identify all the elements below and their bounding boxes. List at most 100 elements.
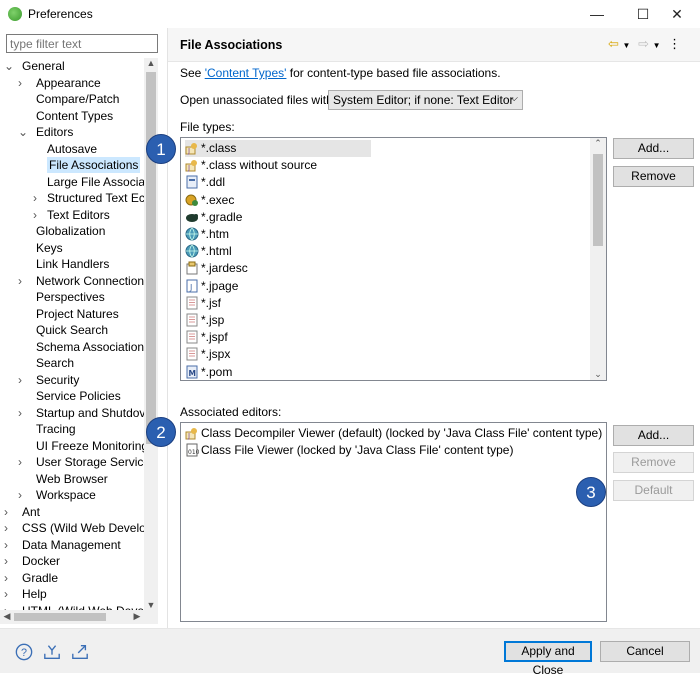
tree-item[interactable]: Perspectives [36, 289, 105, 305]
scrollbar-thumb[interactable] [14, 613, 106, 621]
tree-item[interactable]: Link Handlers [36, 256, 109, 272]
list-item[interactable]: *.jsp [185, 312, 224, 329]
chevron-down-icon[interactable]: ▼ [623, 41, 631, 50]
add-editor-button[interactable]: Add... [613, 425, 694, 446]
tree-item[interactable]: Autosave [47, 141, 97, 157]
tree-item[interactable]: Service Policies [36, 388, 121, 404]
help-icon[interactable]: ? [14, 643, 34, 661]
export-icon[interactable] [70, 643, 90, 661]
remove-file-type-button[interactable]: Remove [613, 166, 694, 187]
tree-item[interactable]: Ant [22, 504, 40, 520]
list-item[interactable]: *.jspx [185, 346, 230, 363]
cancel-button[interactable]: Cancel [600, 641, 690, 662]
list-item[interactable]: M *.pom [185, 364, 232, 380]
tree-item[interactable]: Project Natures [36, 306, 119, 322]
list-item[interactable]: J *.jpage [185, 278, 238, 295]
tree-item[interactable]: Help [22, 586, 47, 602]
scroll-down-icon[interactable]: ⌄ [591, 369, 605, 380]
collapse-chevron-icon[interactable]: › [33, 207, 43, 223]
list-item[interactable]: *.gradle [185, 209, 242, 226]
tree-item[interactable]: General [22, 58, 65, 74]
forward-arrow-icon[interactable]: ⇨ [638, 36, 649, 51]
tree-item[interactable]: CSS (Wild Web Develop [22, 520, 144, 536]
scroll-right-icon[interactable]: ▶ [130, 611, 144, 622]
tree-horizontal-scrollbar[interactable]: ◀ ▶ [0, 610, 158, 624]
add-file-type-button[interactable]: Add... [613, 138, 694, 159]
tree-item[interactable]: Text Editors [47, 207, 110, 223]
list-item[interactable]: J Class Decompiler Viewer (default) (lock… [185, 425, 602, 442]
collapse-chevron-icon[interactable]: › [18, 487, 28, 503]
list-item[interactable]: *.ddl [185, 174, 225, 191]
tree-item[interactable]: Tracing [36, 421, 76, 437]
default-editor-button[interactable]: Default [613, 480, 694, 501]
collapse-chevron-icon[interactable]: › [4, 553, 14, 569]
scroll-up-icon[interactable]: ⌃ [591, 138, 605, 149]
list-item[interactable]: J *.class without source [185, 157, 317, 174]
collapse-chevron-icon[interactable]: › [4, 537, 14, 553]
associated-editors-list[interactable]: J Class Decompiler Viewer (default) (lock… [180, 422, 607, 622]
list-item[interactable]: *.jardesc [185, 260, 248, 277]
collapse-chevron-icon[interactable]: › [18, 372, 28, 388]
minimize-button[interactable]: — [574, 0, 620, 28]
scrollbar-thumb[interactable] [593, 154, 603, 246]
list-item[interactable]: *.exec [185, 192, 234, 209]
tree-item[interactable]: Structured Text Ec [47, 190, 144, 206]
collapse-chevron-icon[interactable]: › [4, 586, 14, 602]
back-arrow-icon[interactable]: ⇦ [608, 36, 619, 51]
file-types-list[interactable]: ⌃ ⌄ J *.class J *.class without source *.ddl… [180, 137, 607, 381]
tree-item[interactable]: User Storage Service [36, 454, 144, 470]
tree-item[interactable]: Quick Search [36, 322, 108, 338]
tree-item[interactable]: Startup and Shutdov [36, 405, 144, 421]
filter-input[interactable] [6, 34, 158, 53]
tree-item[interactable]: Network Connection [36, 273, 144, 289]
tree-item[interactable]: UI Freeze Monitoring [36, 438, 144, 454]
collapse-chevron-icon[interactable]: › [18, 273, 28, 289]
tree-item[interactable]: Gradle [22, 570, 58, 586]
tree-item[interactable]: Schema Associations [36, 339, 144, 355]
open-unassociated-select[interactable]: System Editor; if none: Text Editor ⌵ [328, 90, 523, 110]
collapse-chevron-icon[interactable]: › [4, 520, 14, 536]
collapse-chevron-icon[interactable]: › [33, 190, 43, 206]
apply-and-close-button[interactable]: Apply and Close [504, 641, 592, 677]
scroll-down-icon[interactable]: ▼ [144, 600, 158, 610]
collapse-chevron-icon[interactable]: › [4, 504, 14, 520]
tree-item[interactable]: Large File Associa [47, 174, 144, 190]
tree-item[interactable]: Appearance [36, 75, 101, 91]
scroll-left-icon[interactable]: ◀ [0, 611, 14, 622]
collapse-chevron-icon[interactable]: › [18, 75, 28, 91]
more-menu-icon[interactable]: ⋮ [668, 36, 681, 51]
tree-item[interactable]: Globalization [36, 223, 105, 239]
list-item[interactable]: *.jsf [185, 295, 221, 312]
list-item[interactable]: 010 Class File Viewer (locked by 'Java Cl… [185, 442, 513, 459]
expand-chevron-icon[interactable]: ⌄ [4, 58, 14, 74]
tree-item[interactable]: HTML (Wild Web Devel [22, 603, 144, 611]
close-button[interactable]: ✕ [654, 0, 700, 28]
import-icon[interactable] [42, 643, 62, 661]
collapse-chevron-icon[interactable]: › [4, 603, 14, 611]
list-item[interactable]: *.htm [185, 226, 229, 243]
tree-item[interactable]: Keys [36, 240, 63, 256]
tree-item[interactable]: Content Types [36, 108, 113, 124]
tree-item[interactable]: Web Browser [36, 471, 108, 487]
tree-item[interactable]: Data Management [22, 537, 121, 553]
tree-item[interactable]: Editors [36, 124, 73, 140]
expand-chevron-icon[interactable]: ⌄ [18, 124, 28, 140]
tree-item[interactable]: Security [36, 372, 79, 388]
scroll-up-icon[interactable]: ▲ [144, 58, 158, 68]
list-item[interactable]: *.html [185, 243, 232, 260]
tree-item[interactable]: Search [36, 355, 74, 371]
list-item[interactable]: *.jspf [185, 329, 228, 346]
scrollbar-thumb[interactable] [146, 72, 156, 444]
collapse-chevron-icon[interactable]: › [18, 454, 28, 470]
tree-item[interactable]: Workspace [36, 487, 96, 503]
collapse-chevron-icon[interactable]: › [4, 570, 14, 586]
chevron-down-icon[interactable]: ▼ [653, 41, 661, 50]
sash-divider[interactable] [167, 28, 168, 628]
tree-item[interactable]: Compare/Patch [36, 91, 119, 107]
tree-item[interactable]: Docker [22, 553, 60, 569]
tree-item[interactable]: File Associations [47, 157, 141, 173]
file-types-scrollbar[interactable]: ⌃ ⌄ [590, 138, 606, 380]
list-item[interactable]: J *.class [185, 140, 371, 157]
remove-editor-button[interactable]: Remove [613, 452, 694, 473]
content-types-link[interactable]: 'Content Types' [205, 66, 287, 80]
